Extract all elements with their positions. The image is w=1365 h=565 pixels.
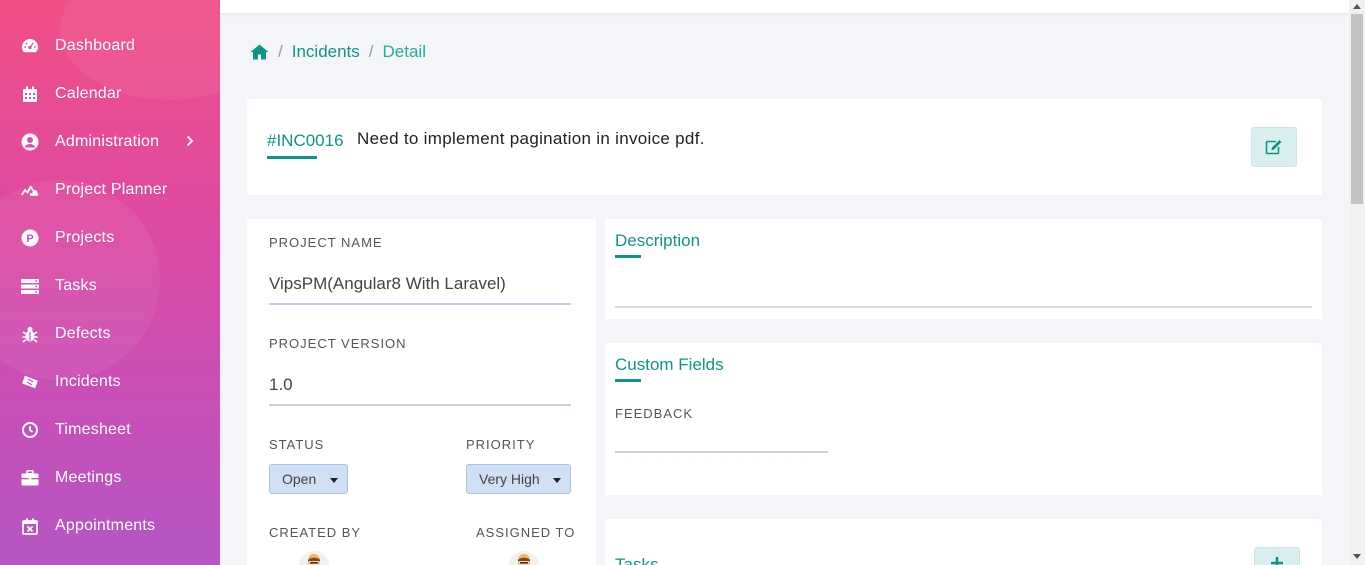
sidebar-item-label: Dashboard (55, 37, 136, 54)
calendar-x-icon (21, 517, 39, 535)
incident-title: Need to implement pagination in invoice … (357, 129, 705, 148)
scroll-down-icon[interactable] (1353, 554, 1361, 559)
sidebar-item-label: Tasks (55, 277, 97, 294)
breadcrumb-incidents-link[interactable]: Incidents (292, 42, 360, 62)
description-title: Description (615, 231, 701, 250)
sidebar-item-projects[interactable]: P Projects (0, 218, 220, 258)
sidebar-item-calendar[interactable]: Calendar (0, 74, 220, 114)
assigned-to-avatar[interactable] (509, 551, 539, 565)
description-field[interactable] (615, 306, 1312, 308)
chevron-right-icon (186, 134, 194, 150)
add-task-button[interactable] (1254, 547, 1300, 565)
breadcrumb-current: Detail (382, 42, 426, 61)
sidebar-item-label: Incidents (55, 373, 121, 390)
incident-code: #INC0016 (267, 131, 344, 150)
sidebar-item-tasks[interactable]: Tasks (0, 266, 220, 306)
project-planner-icon (21, 181, 39, 199)
topbar (220, 0, 1349, 13)
status-value: Open (282, 471, 317, 487)
status-dropdown[interactable]: Open (269, 464, 348, 494)
sidebar-item-appointments[interactable]: Appointments (0, 506, 220, 546)
custom-fields-title: Custom Fields (615, 355, 724, 374)
tasks-card: Tasks (605, 519, 1322, 565)
project-version-value: 1.0 (269, 375, 293, 394)
status-label: STATUS (269, 437, 325, 452)
sidebar-item-label: Administration (55, 133, 160, 150)
priority-dropdown[interactable]: Very High (466, 464, 571, 494)
caret-down-icon (330, 478, 338, 483)
scrollbar-thumb[interactable] (1351, 14, 1363, 204)
project-version-underline (269, 404, 571, 406)
sidebar-item-label: Projects (55, 229, 115, 246)
project-name-value: VipsPM(Angular8 With Laravel) (269, 274, 506, 293)
sidebar-item-label: Defects (55, 325, 111, 342)
sidebar-item-label: Calendar (55, 85, 122, 102)
briefcase-icon (21, 469, 39, 487)
sidebar-item-incidents[interactable]: Incidents (0, 362, 220, 402)
sidebar-item-label: Appointments (55, 517, 156, 534)
svg-text:P: P (26, 233, 33, 245)
calendar-icon (21, 85, 39, 103)
custom-fields-title-underline (615, 379, 641, 382)
sidebar-item-label: Timesheet (55, 421, 131, 438)
created-by-label: CREATED BY (269, 525, 362, 540)
assigned-to-label: ASSIGNED TO (476, 525, 576, 540)
feedback-label: FEEDBACK (615, 406, 694, 421)
sidebar-item-defects[interactable]: Defects (0, 314, 220, 354)
plus-icon (1270, 556, 1284, 565)
scroll-up-icon[interactable] (1353, 4, 1361, 9)
sidebar-item-project-planner[interactable]: Project Planner (0, 170, 220, 210)
sidebar-item-timesheet[interactable]: Timesheet (0, 410, 220, 450)
breadcrumb-separator: / (368, 42, 374, 61)
projects-p-icon: P (21, 229, 39, 247)
feedback-field[interactable] (615, 451, 828, 453)
sidebar: Dashboard Calendar Administration Projec… (0, 0, 220, 565)
sidebar-item-dashboard[interactable]: Dashboard (0, 26, 220, 66)
project-name-underline (269, 303, 571, 305)
sidebar-item-administration[interactable]: Administration (0, 122, 220, 162)
breadcrumb: / Incidents / Detail (250, 41, 426, 63)
sidebar-item-meetings[interactable]: Meetings (0, 458, 220, 498)
priority-value: Very High (479, 471, 540, 487)
sidebar-item-label: Project Planner (55, 181, 168, 198)
edit-icon (1265, 139, 1283, 155)
edit-incident-button[interactable] (1251, 127, 1297, 167)
custom-fields-card: Custom Fields FEEDBACK (605, 343, 1322, 495)
incident-details-card: PROJECT NAME VipsPM(Angular8 With Larave… (247, 219, 596, 565)
project-name-label: PROJECT NAME (269, 235, 383, 250)
incident-header-card: #INC0016 Need to implement pagination in… (247, 99, 1322, 195)
description-card: Description (605, 219, 1322, 319)
caret-down-icon (553, 478, 561, 483)
clock-icon (21, 421, 39, 439)
tasks-title: Tasks (615, 555, 659, 565)
incident-code-underline (267, 156, 317, 159)
created-by-avatar[interactable] (299, 551, 329, 565)
home-icon[interactable] (250, 44, 269, 60)
ticket-icon (21, 373, 39, 391)
bug-icon (21, 325, 39, 343)
project-version-label: PROJECT VERSION (269, 336, 407, 351)
user-circle-icon (21, 133, 39, 151)
tasks-icon (21, 277, 39, 295)
priority-label: PRIORITY (466, 437, 536, 452)
description-title-underline (615, 255, 641, 258)
page-scrollbar[interactable] (1349, 0, 1365, 565)
breadcrumb-separator: / (278, 42, 283, 61)
dashboard-icon (21, 37, 39, 55)
sidebar-item-label: Meetings (55, 469, 122, 486)
